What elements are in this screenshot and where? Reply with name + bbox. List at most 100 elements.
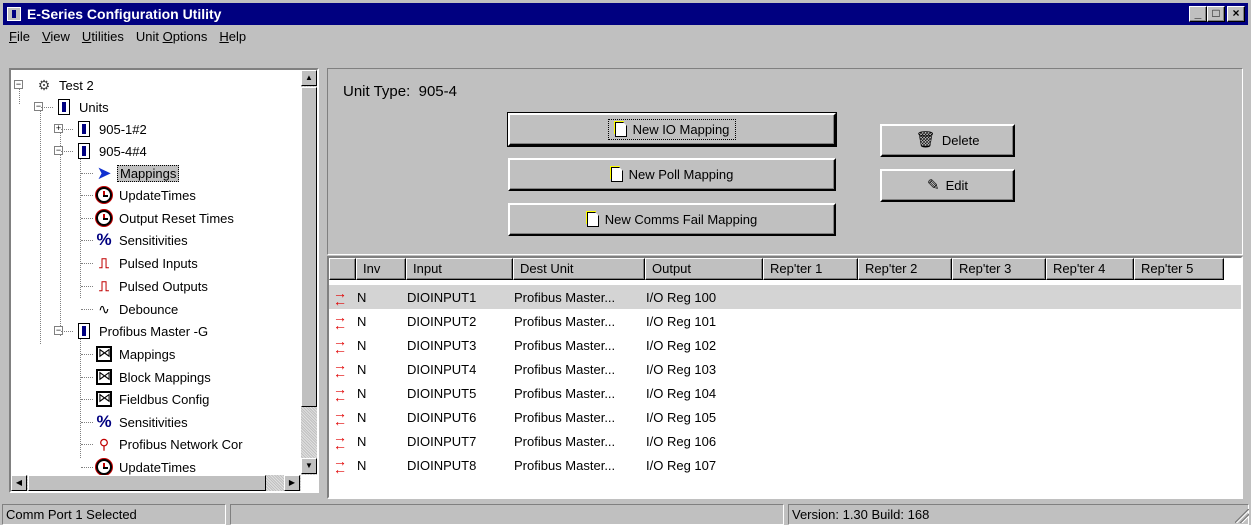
tree-item-profibus-master-g[interactable]: Profibus Master -G (75, 320, 210, 342)
tree-guide-line (60, 126, 61, 336)
tree-vertical-scrollbar[interactable]: ▲ ▼ (301, 70, 317, 475)
cell-output: I/O Reg 106 (646, 433, 717, 449)
tree-guide-line (81, 444, 93, 445)
tree-item-test-2[interactable]: ⚙ Test 2 (35, 74, 96, 96)
tree-guide-line (41, 107, 53, 108)
menu-bar: File View Utilities Unit Options Help (3, 26, 252, 46)
title-bar[interactable]: E-Series Configuration Utility _ □ × (3, 3, 1248, 25)
column-header[interactable]: Rep'ter 2 (858, 258, 952, 280)
table-row[interactable]: → ← N DIOINPUT3 Profibus Master... I/O Reg 10… (329, 333, 1241, 357)
tree-guide-line (81, 286, 93, 287)
menu-help[interactable]: Help (213, 29, 252, 44)
cell-inv: N (357, 457, 367, 473)
cell-input: DIOINPUT8 (407, 457, 477, 473)
tree-item-label: 905-1#2 (99, 121, 147, 137)
tree-item-mappings[interactable]: ➤ Mappings (95, 162, 180, 184)
tree-guide-line (81, 263, 93, 264)
cell-dest: Profibus Master... (514, 361, 616, 377)
bidirectional-arrows-icon: → ← (333, 429, 347, 453)
table-row[interactable]: → ← N DIOINPUT2 Profibus Master... I/O Reg 10… (329, 309, 1241, 333)
mappings-grid[interactable]: Inv Input Dest Unit Output Rep'ter 1 Rep'ter … (327, 256, 1243, 499)
table-row[interactable]: → ← N DIOINPUT4 Profibus Master... I/O Reg 10… (329, 357, 1241, 381)
column-header[interactable]: Inv (356, 258, 406, 280)
tree-item-sensitivities[interactable]: % Sensitivities (95, 411, 190, 433)
minimize-button[interactable]: _ (1189, 6, 1207, 22)
pulse-icon: ⎍ (99, 254, 109, 271)
column-header[interactable]: Dest Unit (513, 258, 645, 280)
new-document-icon (614, 122, 627, 137)
menu-unit-options[interactable]: Unit Options (130, 29, 214, 44)
cell-inv: N (357, 433, 367, 449)
unit-icon (75, 120, 93, 138)
edit-button[interactable]: ✎ Edit (880, 169, 1015, 202)
cell-dest: Profibus Master... (514, 385, 616, 401)
new-document-icon (586, 212, 599, 227)
scroll-up-icon[interactable]: ▲ (301, 70, 317, 86)
scroll-down-icon[interactable]: ▼ (301, 458, 317, 474)
tree-item-profibus-network-cor[interactable]: ⚲ Profibus Network Cor (95, 433, 245, 455)
tree-item-units[interactable]: Units (55, 96, 111, 118)
clock-icon (95, 209, 113, 227)
scroll-left-icon[interactable]: ◀ (11, 475, 27, 491)
tree-item-pulsed-outputs[interactable]: ⎍ Pulsed Outputs (95, 275, 210, 297)
column-header[interactable]: Rep'ter 3 (952, 258, 1046, 280)
tree-guide-line (81, 309, 93, 310)
cell-output: I/O Reg 101 (646, 313, 717, 329)
tree-item-label: Units (79, 99, 109, 115)
table-row[interactable]: → ← N DIOINPUT8 Profibus Master... I/O Reg 10… (329, 453, 1241, 477)
tree-guide-line (81, 240, 93, 241)
tree-item-block-mappings[interactable]: Block Mappings (95, 366, 213, 388)
tree-item-output-reset-times[interactable]: Output Reset Times (95, 207, 236, 229)
tree-item-label: UpdateTimes (119, 459, 196, 475)
bidirectional-arrows-icon: → ← (333, 285, 347, 309)
column-header[interactable]: Rep'ter 1 (763, 258, 858, 280)
column-header[interactable]: Output (645, 258, 763, 280)
app-icon[interactable] (7, 7, 21, 21)
column-header[interactable]: Input (406, 258, 513, 280)
cell-inv: N (357, 385, 367, 401)
tree-item-updatetimes[interactable]: UpdateTimes (95, 184, 198, 206)
status-version: Version: 1.30 Build: 168 (788, 504, 1249, 525)
cell-dest: Profibus Master... (514, 313, 616, 329)
table-row[interactable]: → ← N DIOINPUT7 Profibus Master... I/O Reg 10… (329, 429, 1241, 453)
menu-view[interactable]: View (36, 29, 76, 44)
tree-item-fieldbus-config[interactable]: Fieldbus Config (95, 388, 211, 410)
tree-item-905-4-4[interactable]: 905-4#4 (75, 140, 149, 162)
new-comms-fail-mapping-button[interactable]: New Comms Fail Mapping (508, 203, 836, 236)
scroll-thumb[interactable] (28, 475, 266, 491)
tree-item-debounce[interactable]: ∿ Debounce (95, 298, 180, 320)
tree-item-pulsed-inputs[interactable]: ⎍ Pulsed Inputs (95, 252, 200, 274)
unit-type-value: 905-4 (418, 83, 457, 100)
bidirectional-arrows-icon: → ← (333, 381, 347, 405)
tree-item-sensitivities[interactable]: % Sensitivities (95, 229, 190, 251)
menu-utilities[interactable]: Utilities (76, 29, 130, 44)
close-button[interactable]: × (1227, 6, 1245, 22)
scroll-right-icon[interactable]: ▶ (284, 475, 300, 491)
splitter-handle[interactable] (320, 68, 326, 493)
bidirectional-arrows-icon: → ← (333, 357, 347, 381)
scroll-thumb[interactable] (301, 87, 317, 407)
column-header[interactable] (329, 258, 356, 280)
tree-horizontal-scrollbar[interactable]: ◀ ▶ (11, 475, 301, 491)
table-row[interactable]: → ← N DIOINPUT1 Profibus Master... I/O Reg 10… (329, 285, 1241, 309)
tree-view[interactable]: − ⚙ Test 2− Units +905-1#2−905-4#4 ➤ Mappings U… (9, 68, 319, 493)
tree-item-mappings[interactable]: Mappings (95, 343, 177, 365)
tree-item-label: Fieldbus Config (119, 391, 210, 407)
new-poll-mapping-button[interactable]: New Poll Mapping (508, 158, 836, 191)
delete-button[interactable]: 🗑 Delete (880, 124, 1015, 157)
tree-item-label: Pulsed Outputs (119, 278, 208, 294)
table-row[interactable]: → ← N DIOINPUT5 Profibus Master... I/O Reg 10… (329, 381, 1241, 405)
table-row[interactable]: → ← N DIOINPUT6 Profibus Master... I/O Reg 10… (329, 405, 1241, 429)
pulse-icon: ⎍ (99, 277, 109, 294)
tree-guide-line (81, 399, 93, 400)
column-header[interactable]: Rep'ter 4 (1046, 258, 1134, 280)
collapse-icon[interactable]: − (14, 80, 23, 89)
menu-file[interactable]: File (3, 29, 36, 44)
bidirectional-arrows-icon: → ← (333, 309, 347, 333)
tree-item-905-1-2[interactable]: 905-1#2 (75, 118, 149, 140)
resize-grip[interactable] (1235, 509, 1249, 523)
column-header[interactable]: Rep'ter 5 (1134, 258, 1224, 280)
new-io-mapping-button[interactable]: New IO Mapping (507, 112, 837, 147)
units-icon (55, 98, 73, 116)
maximize-button[interactable]: □ (1207, 6, 1225, 22)
